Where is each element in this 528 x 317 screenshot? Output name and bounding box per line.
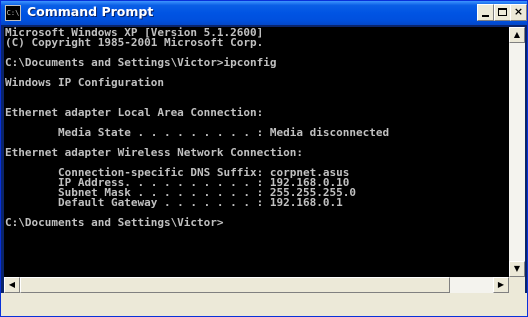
horizontal-scrollbar[interactable]: ◀ ▶ <box>4 277 509 293</box>
console-line: C:\Documents and Settings\Victor> <box>5 216 224 229</box>
command-prompt-window: C:\ Command Prompt × Microsoft Windows X… <box>0 0 528 317</box>
console-line: Default Gateway . . . . . . . : 192.168.… <box>5 196 343 209</box>
console-output[interactable]: Microsoft Windows XP [Version 5.1.2600] … <box>4 27 509 277</box>
left-arrow-icon: ◀ <box>8 280 16 289</box>
close-icon: × <box>513 5 524 18</box>
minimize-button[interactable] <box>477 4 494 21</box>
up-arrow-icon: ▲ <box>513 30 521 39</box>
down-arrow-icon: ▼ <box>513 264 521 273</box>
minimize-icon <box>482 15 489 17</box>
scroll-down-button[interactable]: ▼ <box>509 261 525 277</box>
scrollbar-corner <box>509 277 525 293</box>
console-line: Ethernet adapter Wireless Network Connec… <box>5 146 304 159</box>
scroll-right-button[interactable]: ▶ <box>493 277 509 293</box>
close-button[interactable]: × <box>510 4 527 21</box>
title-bar[interactable]: C:\ Command Prompt × <box>1 1 527 25</box>
scroll-left-button[interactable]: ◀ <box>4 277 20 293</box>
horizontal-scroll-thumb[interactable] <box>20 277 450 293</box>
maximize-icon <box>498 8 507 16</box>
console-line: Ethernet adapter Local Area Connection: <box>5 106 264 119</box>
window-bottom-frame <box>1 293 527 316</box>
console-line: C:\Documents and Settings\Victor>ipconfi… <box>5 56 277 69</box>
console-icon[interactable]: C:\ <box>5 5 21 21</box>
console-line: Windows IP Configuration <box>5 76 164 89</box>
vertical-scrollbar[interactable]: ▲ ▼ <box>509 27 525 277</box>
maximize-button[interactable] <box>494 4 511 21</box>
scroll-up-button[interactable]: ▲ <box>509 27 525 43</box>
console-line: (C) Copyright 1985-2001 Microsoft Corp. <box>5 36 264 49</box>
window-title: Command Prompt <box>27 4 154 19</box>
right-arrow-icon: ▶ <box>497 280 505 289</box>
console-text: Microsoft Windows XP [Version 5.1.2600] … <box>4 27 509 228</box>
console-line: Media State . . . . . . . . . : Media di… <box>5 126 390 139</box>
